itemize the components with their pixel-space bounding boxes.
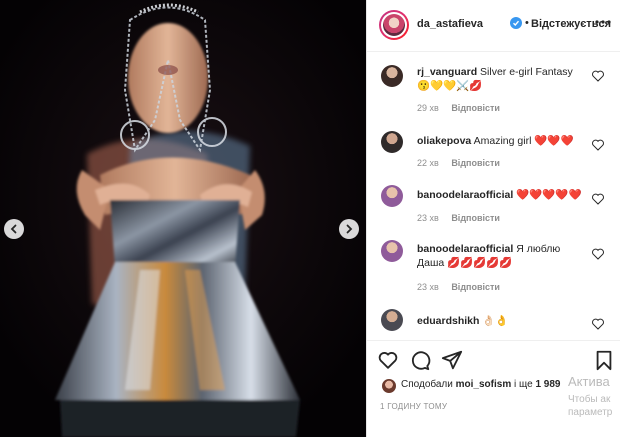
comment-emoji: 👌🏻👌 bbox=[482, 315, 509, 327]
comment-emoji: ❤️❤️❤️ bbox=[534, 135, 574, 147]
post-media[interactable] bbox=[0, 0, 366, 437]
comment-body: Amazing girl bbox=[473, 135, 532, 147]
post-actions-bar bbox=[367, 340, 620, 377]
reply-button[interactable]: Відповісти bbox=[451, 158, 500, 168]
author-username[interactable]: da_astafieva bbox=[417, 18, 483, 30]
comment-meta: 22 хв Відповісти bbox=[417, 158, 500, 168]
liker-username[interactable]: moi_sofism bbox=[456, 379, 512, 390]
liker-avatar[interactable] bbox=[381, 378, 397, 394]
comment-meta: 23 хв Відповісти bbox=[417, 282, 500, 292]
comment-text: rj_vanguard Silver e-girl Fantasy 😗💛💛⚔️💋 bbox=[417, 65, 585, 93]
comment-time: 23 хв bbox=[417, 282, 439, 292]
comment-emoji: ❤️❤️❤️❤️❤️ bbox=[516, 189, 582, 201]
comment-username[interactable]: banoodelaraofficial bbox=[417, 243, 513, 255]
post-header: da_astafieva • Відстежується bbox=[367, 0, 620, 52]
instagram-post: da_astafieva • Відстежується rj_vanguard… bbox=[0, 0, 620, 437]
reply-button[interactable]: Відповісти bbox=[451, 282, 500, 292]
post-photo bbox=[0, 0, 366, 437]
comment-username[interactable]: banoodelaraofficial bbox=[417, 189, 513, 201]
previous-image-button[interactable] bbox=[4, 219, 24, 239]
likes-count[interactable]: 1 989 bbox=[535, 379, 560, 390]
reply-button[interactable]: Відповісти bbox=[451, 103, 500, 113]
reply-button[interactable]: Відповісти bbox=[451, 213, 500, 223]
heart-icon[interactable] bbox=[377, 349, 399, 371]
author-avatar[interactable] bbox=[379, 10, 409, 40]
comment-body: Silver e-girl Fantasy bbox=[480, 66, 573, 78]
more-horizontal-icon bbox=[595, 20, 611, 24]
comment-text: banoodelaraofficial ❤️❤️❤️❤️❤️ bbox=[417, 188, 585, 202]
bookmark-icon[interactable] bbox=[593, 349, 615, 371]
post-sidebar: da_astafieva • Відстежується rj_vanguard… bbox=[366, 0, 620, 437]
comment-time: 29 хв bbox=[417, 103, 439, 113]
chevron-right-icon bbox=[346, 224, 353, 234]
comment-username[interactable]: rj_vanguard bbox=[417, 66, 477, 78]
likes-summary: Сподобали moi_sofism і ще 1 989 bbox=[379, 378, 619, 394]
chevron-left-icon bbox=[10, 224, 17, 234]
next-image-button[interactable] bbox=[339, 219, 359, 239]
heart-icon[interactable] bbox=[591, 247, 605, 261]
heart-icon[interactable] bbox=[591, 138, 605, 152]
post-timestamp[interactable]: 1 ГОДИНУ ТОМУ bbox=[380, 402, 447, 411]
header-separator: • bbox=[525, 17, 529, 29]
comment-time: 23 хв bbox=[417, 213, 439, 223]
commenter-avatar[interactable] bbox=[381, 65, 403, 87]
heart-icon[interactable] bbox=[591, 317, 605, 331]
likes-suffix: і ще bbox=[514, 379, 533, 390]
comment-emoji: 💋💋💋💋💋 bbox=[447, 257, 513, 269]
more-options-button[interactable] bbox=[593, 12, 613, 32]
heart-icon[interactable] bbox=[591, 69, 605, 83]
verified-badge-icon bbox=[510, 17, 522, 29]
commenter-avatar[interactable] bbox=[381, 185, 403, 207]
commenter-avatar[interactable] bbox=[381, 240, 403, 262]
comment-meta: 29 хв Відповісти bbox=[417, 103, 500, 113]
send-icon[interactable] bbox=[441, 349, 463, 371]
comment-text: banoodelaraofficial Я люблю Даша 💋💋💋💋💋 bbox=[417, 242, 585, 270]
comment-username[interactable]: oliakepova bbox=[417, 135, 471, 147]
comment-meta: 23 хв Відповісти bbox=[417, 213, 500, 223]
comment-emoji: 😗💛💛⚔️💋 bbox=[417, 80, 483, 92]
commenter-avatar[interactable] bbox=[381, 309, 403, 331]
commenter-avatar[interactable] bbox=[381, 131, 403, 153]
likes-prefix: Сподобали bbox=[401, 379, 453, 390]
comment-username[interactable]: eduardshikh bbox=[417, 315, 479, 327]
comment-time: 22 хв bbox=[417, 158, 439, 168]
comments-list[interactable]: rj_vanguard Silver e-girl Fantasy 😗💛💛⚔️💋… bbox=[367, 53, 620, 335]
comment-icon[interactable] bbox=[409, 349, 431, 371]
likes-text: Сподобали moi_sofism і ще 1 989 bbox=[401, 379, 561, 390]
comment-text: oliakepova Amazing girl ❤️❤️❤️ bbox=[417, 134, 585, 148]
comment-text: eduardshikh 👌🏻👌 bbox=[417, 314, 585, 328]
heart-icon[interactable] bbox=[591, 192, 605, 206]
